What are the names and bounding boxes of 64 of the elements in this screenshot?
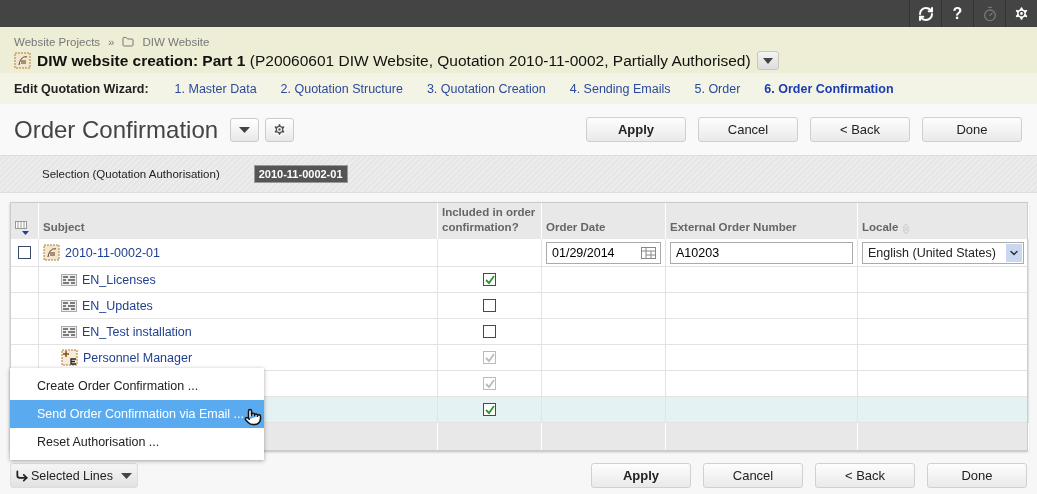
row-link[interactable]: EN_Test installation: [82, 324, 192, 339]
checkbox[interactable]: [18, 246, 31, 259]
wizard-step[interactable]: 3. Quotation Creation: [426, 81, 546, 96]
text-block-icon: [61, 273, 77, 286]
action-button[interactable]: < Back: [810, 117, 910, 142]
selected-lines-button[interactable]: Selected Lines: [10, 463, 138, 488]
selection-label: Selection (Quotation Authorisation): [42, 168, 220, 180]
text-block-icon: [61, 299, 77, 312]
caret-icon: [239, 126, 251, 133]
column-header[interactable]: Order Date: [546, 220, 606, 235]
locale-select[interactable]: English (United States): [862, 241, 1024, 264]
wizard-step[interactable]: 5. Order: [694, 81, 741, 96]
action-button[interactable]: Cancel: [698, 117, 798, 142]
checkbox[interactable]: [483, 273, 496, 286]
gear-icon: [272, 122, 288, 137]
action-button[interactable]: Apply: [586, 117, 686, 142]
wizard-step[interactable]: 4. Sending Emails: [569, 81, 671, 96]
settings-button[interactable]: [265, 117, 295, 142]
wizard-step[interactable]: 2. Quotation Structure: [280, 81, 403, 96]
wizard-label: Edit Quotation Wizard:: [14, 81, 149, 96]
personnel-icon: [61, 349, 78, 366]
selection-tag: 2010-11-0002-01: [253, 165, 348, 183]
menu-item[interactable]: Create Order Confirmation ...: [10, 372, 264, 400]
column-header[interactable]: Included in order confirmation?: [442, 205, 537, 235]
quotation-icon: [14, 52, 31, 69]
action-button[interactable]: Apply: [591, 463, 691, 488]
calendar-icon[interactable]: [641, 246, 656, 259]
table-row[interactable]: EN_Licenses: [11, 267, 1027, 293]
checkbox[interactable]: [483, 325, 496, 338]
breadcrumb-separator: »: [108, 36, 115, 48]
page-title: Order Confirmation: [14, 115, 219, 144]
breadcrumb-link[interactable]: DIW Website: [142, 36, 210, 48]
hand-cursor-icon: [244, 408, 262, 426]
order-number-field[interactable]: A10203: [670, 241, 853, 264]
row-link[interactable]: 2010-11-0002-01: [65, 245, 160, 260]
row-link[interactable]: EN_Updates: [82, 298, 153, 313]
folder-icon: [122, 36, 135, 48]
action-button[interactable]: Done: [927, 463, 1027, 488]
table-row[interactable]: EN_Test installation: [11, 319, 1027, 345]
table-row[interactable]: EN_Updates: [11, 293, 1027, 319]
column-header[interactable]: Subject: [43, 220, 85, 235]
column-chooser-icon[interactable]: [15, 221, 29, 235]
chevron-icon: [1006, 243, 1022, 262]
record-title: DIW website creation: Part 1 (P20060601 DIW Website, Quotation 2010-11-0002, Partially Authorised): [37, 51, 751, 70]
dropdown-button[interactable]: [756, 51, 779, 70]
text-block-icon: [61, 325, 77, 338]
wizard-step[interactable]: 1. Master Data: [174, 81, 257, 96]
date-field[interactable]: 01/29/2014: [546, 241, 661, 264]
column-header[interactable]: Locale: [862, 220, 899, 235]
action-button[interactable]: < Back: [815, 463, 915, 488]
checkbox[interactable]: [483, 403, 496, 416]
action-button[interactable]: Done: [922, 117, 1022, 142]
quotation-icon: [43, 244, 60, 261]
checkbox[interactable]: [483, 299, 496, 312]
column-header[interactable]: External Order Number: [670, 220, 797, 235]
caret-icon: [762, 57, 773, 64]
corner-arrow-icon: [15, 468, 29, 483]
caret-icon: [121, 472, 132, 479]
dropdown-button[interactable]: [230, 117, 260, 142]
breadcrumb-link[interactable]: Website Projects: [14, 36, 101, 48]
wizard-step[interactable]: 6. Order Confirmation: [764, 81, 894, 96]
action-button[interactable]: Cancel: [703, 463, 803, 488]
row-link[interactable]: EN_Licenses: [82, 272, 156, 287]
menu-item[interactable]: Reset Authorisation ...: [10, 428, 264, 456]
